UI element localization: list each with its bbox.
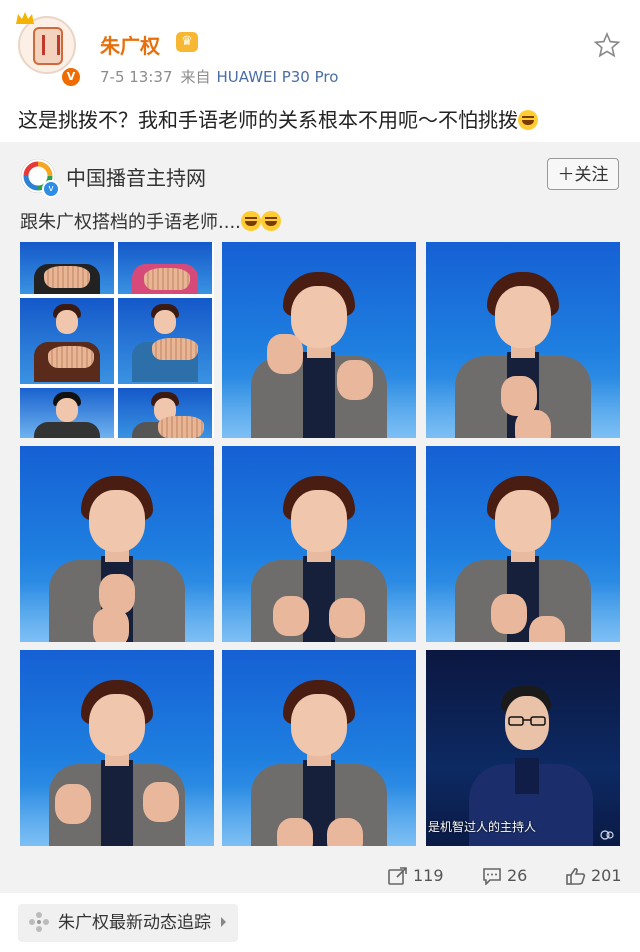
laugh-emoji-icon	[240, 211, 261, 231]
image-thumbnail[interactable]	[222, 446, 416, 642]
comment-icon	[483, 868, 501, 886]
image-thumbnail[interactable]	[222, 242, 416, 438]
author-avatar[interactable]	[18, 16, 76, 74]
blue-verified-icon: v	[42, 180, 60, 198]
post-meta: 7-5 13:37 来自 HUAWEI P30 Pro	[100, 66, 338, 87]
collage-image	[20, 242, 214, 438]
source-prefix: 来自	[180, 68, 211, 86]
laugh-emoji-icon	[518, 110, 538, 130]
collage-panel	[20, 242, 114, 294]
device-link[interactable]: HUAWEI P30 Pro	[217, 68, 339, 86]
image-thumbnail[interactable]	[20, 650, 214, 846]
watermark-icon	[600, 830, 614, 840]
like-count: 201	[591, 866, 622, 885]
like-button[interactable]: 201	[566, 866, 622, 885]
sign-language-teacher-figure	[37, 672, 197, 846]
repost-account-name[interactable]: 中国播音主持网	[66, 162, 206, 191]
image-thumbnail[interactable]	[426, 242, 620, 438]
comment-count: 26	[507, 866, 528, 885]
repost-icon	[388, 867, 407, 885]
collage-panel	[20, 388, 114, 438]
image-thumbnail[interactable]: 是机智过人的主持人	[426, 650, 620, 846]
image-thumbnail[interactable]	[20, 446, 214, 642]
image-thumbnail[interactable]	[20, 242, 214, 438]
vip-crown-icon[interactable]: ♛	[176, 32, 198, 52]
image-caption: 是机智过人的主持人	[428, 820, 537, 834]
image-thumbnail[interactable]	[222, 650, 416, 846]
action-bar: 119 26 201	[0, 858, 640, 898]
topic-label: 朱广权最新动态追踪	[58, 913, 211, 933]
collage-panel	[20, 298, 114, 384]
comment-button[interactable]: 26	[482, 866, 528, 886]
crown-icon	[16, 12, 34, 24]
repost-card[interactable]: v 中国播音主持网 ＋关注 跟朱广权搭档的手语老师.... 是机智过人的主持人	[0, 142, 640, 893]
seal-logo	[33, 27, 63, 65]
sign-language-teacher-figure	[37, 468, 197, 642]
sign-language-teacher-figure	[443, 264, 603, 438]
repost-text: 跟朱广权搭档的手语老师....	[20, 208, 281, 234]
repost-text-content: 跟朱广权搭档的手语老师....	[20, 212, 241, 233]
post-text-content: 这是挑拨不？我和手语老师的关系根本不用呃～不怕挑拨	[18, 108, 518, 132]
author-name[interactable]: 朱广权	[100, 30, 160, 59]
verified-badge-icon: V	[60, 66, 82, 88]
repost-button[interactable]: 119	[388, 866, 444, 885]
collage-panel	[118, 298, 212, 384]
topic-tag[interactable]: 朱广权最新动态追踪	[18, 904, 238, 942]
star-icon[interactable]	[594, 32, 620, 58]
sign-language-teacher-figure	[239, 468, 399, 642]
collage-panel	[118, 388, 212, 438]
post-text: 这是挑拨不？我和手语老师的关系根本不用呃～不怕挑拨	[18, 104, 538, 133]
post-time: 7-5 13:37	[100, 68, 173, 86]
pinwheel-icon	[29, 912, 49, 932]
follow-button[interactable]: ＋关注	[547, 158, 619, 190]
thumbs-up-icon	[566, 867, 586, 885]
sign-language-teacher-figure	[443, 468, 603, 642]
image-thumbnail[interactable]	[426, 446, 620, 642]
post-header: V 朱广权 ♛ 7-5 13:37 来自 HUAWEI P30 Pro	[0, 0, 640, 100]
laugh-emoji-icon	[260, 211, 281, 231]
chevron-right-icon	[221, 917, 226, 927]
sign-language-teacher-figure	[239, 264, 399, 438]
sign-language-teacher-figure	[239, 672, 399, 846]
repost-count: 119	[413, 866, 444, 885]
collage-panel	[118, 242, 212, 294]
